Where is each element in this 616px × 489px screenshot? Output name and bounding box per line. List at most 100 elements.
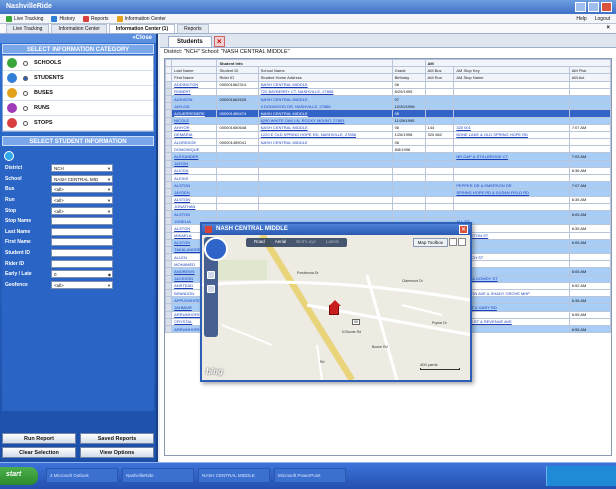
column-header[interactable]: AM Run [424,73,455,82]
table-cell[interactable]: NR GAP & STILLBROOK CT [453,152,570,161]
start-button[interactable]: start [0,467,38,485]
table-cell[interactable]: AHIYOR [171,123,218,132]
tab-reports[interactable]: Reports [177,24,209,33]
category-students[interactable]: STUDENTS [3,71,153,86]
view-aerial[interactable]: Aerial [275,239,287,246]
district-select[interactable]: NCH ▼ [51,164,113,173]
map-toolbox-button[interactable]: Map Toolbox [412,238,448,247]
close-panel-button[interactable]: «Close [0,34,156,43]
table-row[interactable]: JAYDIN [165,159,611,168]
category-buses[interactable]: BUSES [3,86,153,101]
column-header[interactable]: Last Name [171,66,218,75]
column-header[interactable]: AM Pick [568,66,611,75]
table-row[interactable]: ALSTON 6:05 AM [165,209,611,219]
table-cell[interactable]: AGUERREBERE [171,109,218,118]
category-runs[interactable]: RUNS [3,101,153,116]
early-late-stepper[interactable]: 0 ◆ [51,270,113,279]
column-header[interactable]: Student ID [216,66,259,75]
globe-icon[interactable] [449,238,457,246]
menu-reports[interactable]: Reports [83,15,109,22]
menu-information-center[interactable]: Information Center [116,15,166,22]
tab-live-tracking[interactable]: Live Tracking [6,24,50,33]
table-row[interactable]: ALDREDGE 000001459041 NASH CENTRAL MIDDLE 0… [165,138,611,147]
table-cell[interactable]: 8290 WHITE OAK LN, ROCKY MOUNT, 27803 [257,116,393,125]
column-header[interactable]: AM Bus [424,66,455,75]
table-cell[interactable]: BONE LAKE & OLD SPRING HOPE RD [453,130,570,140]
taskbar-item[interactable]: NashvilleRide [122,468,194,483]
column-header[interactable]: AM Stop Name [453,73,570,82]
category-radio[interactable] [23,75,28,81]
category-radio[interactable] [23,60,28,66]
table-cell[interactable]: 320 001 [453,123,570,132]
column-header[interactable]: Birthday [391,73,426,82]
category-radio[interactable] [23,120,28,126]
taskbar-item[interactable]: NASH CENTRAL MIDDLE [198,468,270,483]
table-row[interactable]: JAYDEN SPRING HOPE RD & SUSAN FIELD RD [165,188,611,197]
pan-icon[interactable] [458,238,466,246]
table-row[interactable]: AHIYOR 000001650648 NASH CENTRAL MIDDLE 06 1… [165,123,611,132]
stop-select[interactable]: <all> ▼ [51,206,113,215]
stepper-icon[interactable]: ◆ [108,271,111,278]
table-cell[interactable]: ALICEA [171,166,218,176]
view-options-button[interactable]: View Options [80,447,154,458]
clear-selection-button[interactable]: Clear Selection [2,447,76,458]
tab-information-center[interactable]: Information Center [51,24,107,33]
table-row[interactable]: ROBERT 722 BAYBERRY CT, NASHVILLE, 27856 8… [165,87,611,96]
run-report-button[interactable]: Run Report [2,433,76,444]
table-row[interactable]: ALICEA 6:36 AM [165,166,611,176]
table-cell[interactable]: ADDISON [171,94,218,104]
table-cell[interactable]: NASH CENTRAL MIDDLE [257,109,393,118]
table-cell[interactable]: ALEXANDER [171,152,218,161]
table-cell[interactable]: 1220 E OLD SPRING HOPE RD, NASHVILLE, 27… [257,130,393,140]
table-row[interactable]: ALEXANDER NR GAP & STILLBROOK CT 7:03 AM [165,152,611,161]
category-radio[interactable] [23,105,28,111]
column-header[interactable]: School Name [257,66,393,75]
table-row[interactable]: ADDINGTON 000001662314 NASH CENTRAL MIDDLE… [165,80,611,89]
table-cell[interactable]: NASH CENTRAL MIDDLE [257,123,393,132]
close-tab-icon[interactable]: × [606,25,610,31]
table-cell[interactable]: ALSTON [171,195,218,204]
table-cell[interactable]: NASH CENTRAL MIDDLE [257,94,393,104]
view-road[interactable]: Road [254,239,265,246]
table-cell[interactable]: NASH CENTRAL MIDDLE [257,80,393,89]
column-header[interactable]: First Name [171,73,218,82]
table-cell[interactable]: 722 BAYBERRY CT, NASHVILLE, 27856 [257,87,393,96]
first-name-input[interactable] [51,238,113,247]
close-window-icon[interactable] [601,2,612,12]
close-icon[interactable]: × [459,225,468,234]
table-cell[interactable]: JAYLON [171,102,218,111]
table-cell[interactable]: JAYDIN [171,159,218,168]
menu-live-tracking[interactable]: Live Tracking [6,15,43,22]
tab-students[interactable]: Students [168,36,212,47]
table-row[interactable]: DEMARIA 1220 E OLD SPRING HOPE RD, NASHVI… [165,130,611,140]
map-canvas[interactable]: Road Aerial Bird's eye Labels Map Toolbo… [202,235,470,380]
stop-name-input[interactable] [51,217,113,226]
table-row[interactable]: NICOLE 8290 WHITE OAK LN, ROCKY MOUNT, 27… [165,116,611,125]
column-header[interactable]: Rider ID [216,73,259,82]
table-cell[interactable]: NASH CENTRAL MIDDLE [257,138,393,147]
table-row[interactable]: ALSTON 6:35 AM [165,195,611,204]
last-name-input[interactable] [51,227,113,236]
menu-logout[interactable]: Logout [595,16,610,22]
table-cell[interactable]: ALEXIS [171,173,218,183]
table-cell[interactable]: SPRING HOPE RD & SUSAN FIELD RD [453,188,570,197]
table-row[interactable]: DOMONIQUE 8/8/1996 [165,145,611,154]
column-header[interactable]: AM Act [568,73,611,82]
table-cell[interactable]: 3 DOGWOOD DR, NASHVILLE, 27856 [257,102,393,111]
tab-information-center-1[interactable]: Information Center (1) [108,24,176,33]
student-id-input[interactable] [51,249,113,258]
menu-history[interactable]: History [51,15,75,22]
geofence-select[interactable]: <all> ▼ [51,280,113,289]
table-cell[interactable]: ALSTON [171,209,218,219]
minimize-icon[interactable] [575,2,586,12]
rider-id-input[interactable] [51,259,113,268]
table-cell[interactable]: NICOLE [171,116,218,125]
table-cell[interactable]: ROBERT [171,87,218,96]
zoom-out-icon[interactable] [207,285,215,293]
table-row[interactable]: JAYLON 3 DOGWOOD DR, NASHVILLE, 27856 12/3… [165,102,611,111]
menu-help[interactable]: Help [576,16,586,22]
view-birds-eye[interactable]: Bird's eye [296,239,316,246]
column-header[interactable]: AM Stop Key [453,66,570,75]
view-labels[interactable]: Labels [326,239,339,246]
close-icon[interactable]: × [213,36,225,47]
